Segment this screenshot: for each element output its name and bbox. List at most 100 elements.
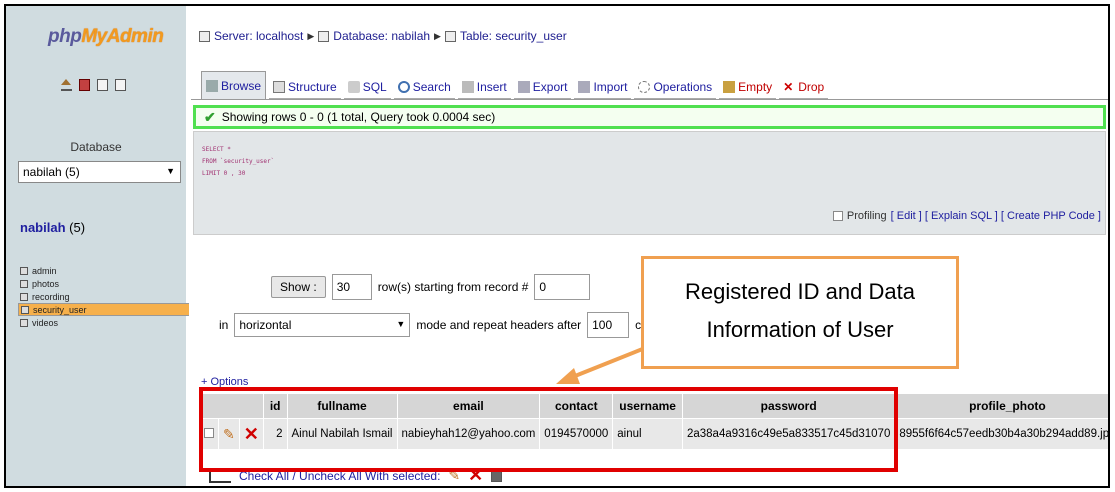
tab-empty[interactable]: Empty — [719, 76, 777, 99]
table-icon — [20, 266, 28, 275]
database-icon — [318, 30, 330, 42]
table-item-security-user[interactable]: security_user — [18, 303, 194, 316]
tab-label: Import — [593, 80, 628, 94]
tab-label: Browse — [221, 78, 262, 93]
cell-password[interactable]: 2a38a4a9316c49e5a833517c45d31070 — [682, 419, 895, 449]
delete-icon[interactable]: ✕ — [244, 424, 259, 444]
exit-icon[interactable] — [79, 79, 90, 91]
repeat-headers-input[interactable]: 100 — [587, 312, 630, 338]
tab-label: SQL — [362, 80, 387, 94]
display-mode-select[interactable]: horizontal ▼ — [234, 313, 411, 337]
sql-action-links[interactable]: [ Edit ] [ Explain SQL ] [ Create PHP Co… — [891, 210, 1101, 222]
bulk-actions-bar: Check All / Uncheck All With selected: ✎… — [209, 465, 503, 486]
breadcrumb-table[interactable]: Table: security_user — [460, 29, 567, 43]
quick-icons — [61, 79, 126, 91]
table-row: ✎ ✕ 2 Ainul Nabilah Ismail nabieyhah12@y… — [200, 419, 1108, 449]
tab-label: Insert — [476, 80, 507, 94]
result-table: id fullname email contact username passw… — [199, 393, 1108, 450]
column-header-password[interactable]: password — [682, 394, 895, 418]
tab-label: Drop — [798, 80, 825, 94]
success-message: ✔ Showing rows 0 - 0 (1 total, Query too… — [193, 105, 1106, 129]
chevron-down-icon: ▼ — [166, 166, 175, 176]
rows-count-input[interactable]: 30 — [331, 274, 372, 300]
search-icon — [397, 81, 410, 93]
logo-myadmin-text: MyAdmin — [81, 26, 164, 47]
tab-insert[interactable]: Insert — [457, 76, 511, 99]
sql-line-2: FROM `security_user` — [202, 158, 275, 165]
sql-query-text[interactable]: SELECT * FROM `security_user` LIMIT 0 , … — [194, 132, 1105, 180]
table-item-label: videos — [32, 317, 59, 328]
sql-icon — [347, 81, 360, 93]
column-header-contact[interactable]: contact — [540, 394, 613, 418]
cell-username[interactable]: ainul — [613, 419, 682, 449]
cell-email[interactable]: nabieyhah12@yahoo.com — [397, 419, 540, 449]
row-select-cell — [200, 419, 218, 449]
database-select[interactable]: nabilah (5) ▼ — [18, 161, 181, 183]
success-message-text: Showing rows 0 - 0 (1 total, Query took … — [221, 110, 496, 124]
screenshot-frame: phpMyAdmin Database nabilah (5) ▼ nabila… — [4, 4, 1110, 488]
tab-bar: Browse Structure SQL Search Insert Expor… — [201, 71, 831, 99]
tab-label: Structure — [288, 80, 337, 94]
annotation-line-1: Registered ID and Data — [685, 279, 915, 304]
checkmark-icon: ✔ — [204, 108, 216, 125]
table-icon — [20, 292, 28, 301]
tab-drop[interactable]: ✕ Drop — [779, 76, 829, 99]
delete-cell: ✕ — [239, 419, 263, 449]
row-actions-header — [200, 394, 263, 418]
show-button[interactable]: Show : — [271, 276, 326, 298]
column-header-email[interactable]: email — [397, 394, 540, 418]
breadcrumb: Server: localhost ▶ Database: nabilah ▶ … — [199, 29, 567, 43]
query-window-icon[interactable] — [97, 79, 108, 91]
database-select-value: nabilah (5) — [23, 165, 80, 179]
bulk-export-icon[interactable] — [491, 469, 503, 482]
annotation-callout: Registered ID and Data Information of Us… — [641, 256, 959, 369]
row-navigation-form: Show : 30 row(s) starting from record # … — [271, 274, 591, 300]
options-link[interactable]: + Options — [201, 376, 248, 388]
table-item-label: recording — [32, 291, 70, 302]
logo-php-text: php — [48, 26, 82, 47]
tab-search[interactable]: Search — [393, 76, 455, 99]
cell-fullname[interactable]: Ainul Nabilah Ismail — [287, 419, 397, 449]
table-list: admin photos recording security_user vid… — [18, 264, 194, 329]
breadcrumb-server[interactable]: Server: localhost — [214, 29, 303, 43]
table-item-photos[interactable]: photos — [18, 277, 186, 290]
tab-export[interactable]: Export — [513, 76, 572, 99]
structure-icon — [273, 81, 286, 93]
edit-pencil-icon[interactable]: ✎ — [223, 426, 235, 442]
column-header-username[interactable]: username — [613, 394, 682, 418]
breadcrumb-database[interactable]: Database: nabilah — [333, 29, 430, 43]
database-label: Database — [70, 140, 122, 154]
breadcrumb-separator-icon: ▶ — [307, 30, 315, 41]
column-header-fullname[interactable]: fullname — [287, 394, 397, 418]
tab-browse[interactable]: Browse — [201, 71, 267, 99]
row-checkbox[interactable] — [204, 427, 214, 438]
tab-label: Export — [532, 80, 568, 94]
tab-operations[interactable]: Operations — [634, 76, 717, 99]
breadcrumb-separator-icon: ▶ — [434, 30, 441, 41]
cell-contact[interactable]: 0194570000 — [540, 419, 613, 449]
table-item-videos[interactable]: videos — [18, 316, 186, 329]
tab-structure[interactable]: Structure — [269, 76, 341, 99]
start-record-input[interactable]: 0 — [534, 274, 591, 300]
table-item-recording[interactable]: recording — [18, 290, 186, 303]
table-item-admin[interactable]: admin — [18, 264, 186, 277]
cell-id[interactable]: 2 — [263, 419, 287, 449]
profiling-checkbox[interactable] — [832, 211, 843, 221]
annotation-line-2: Information of User — [706, 317, 894, 342]
database-name-link[interactable]: nabilah (5) — [20, 220, 85, 235]
rows-starting-label: row(s) starting from record # — [377, 280, 529, 294]
column-header-id[interactable]: id — [263, 394, 287, 418]
check-all-link[interactable]: Check All / Uncheck All With selected: — [239, 469, 440, 483]
phpmyadmin-logo[interactable]: phpMyAdmin — [48, 26, 164, 48]
cell-profile-photo[interactable]: 8955f6f64c57eedb30b4a30b294add89.jpg — [895, 419, 1108, 449]
bulk-edit-icon[interactable]: ✎ — [448, 467, 460, 484]
tab-sql[interactable]: SQL — [343, 76, 391, 99]
home-icon[interactable] — [61, 79, 72, 91]
column-header-profile-photo[interactable]: profile_photo — [895, 394, 1108, 418]
tab-import[interactable]: Import — [574, 76, 632, 99]
table-item-label: security_user — [33, 304, 87, 315]
empty-icon — [723, 81, 736, 93]
sql-line-3: LIMIT 0 , 30 — [202, 170, 246, 177]
docs-icon[interactable] — [115, 79, 126, 91]
bulk-delete-icon[interactable]: ✕ — [468, 465, 483, 486]
